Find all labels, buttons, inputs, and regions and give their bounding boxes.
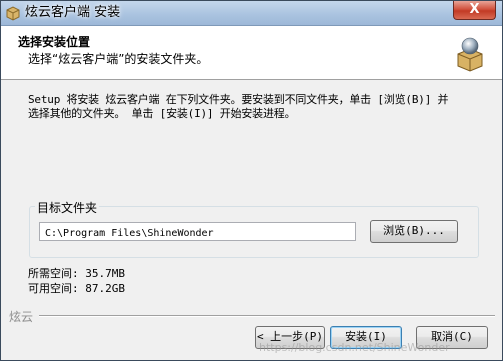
app-box-icon <box>5 5 21 21</box>
install-description: Setup 将安装 炫云客户端 在下列文件夹。要安装到不同文件夹，单击 [浏览(… <box>28 93 488 121</box>
page-subtitle: 选择“炫云客户端”的安装文件夹。 <box>28 52 209 66</box>
window-title: 炫云客户端 安装 <box>25 5 121 20</box>
brand-label: 炫云 <box>9 310 34 324</box>
browse-button[interactable]: 浏览(B)... <box>370 220 458 243</box>
close-window-button[interactable]: X <box>453 1 496 20</box>
footer-divider <box>39 315 495 317</box>
page-title: 选择安装位置 <box>18 35 91 49</box>
available-space: 可用空间: 87.2GB <box>28 282 125 295</box>
title-bar[interactable]: 炫云客户端 安装 X <box>1 1 502 26</box>
description-line-2: 选择其他的文件夹。 单击 [安装(I)] 开始安装进程。 <box>28 107 296 120</box>
required-space: 所需空间: 35.7MB <box>28 267 125 280</box>
close-icon: X <box>469 2 480 17</box>
installer-window: 炫云客户端 安装 X 选择安装位置 选择“炫云客户端”的安装文件夹。 Setup… <box>0 0 503 361</box>
page-header: 选择安装位置 选择“炫云客户端”的安装文件夹。 <box>1 26 502 80</box>
destination-path-input[interactable] <box>39 222 356 241</box>
installer-box-icon <box>454 36 486 72</box>
watermark: https://blog.csdn.net/ShineWonder <box>259 341 450 354</box>
destination-folder-label: 目标文件夹 <box>35 199 100 216</box>
description-line-1: Setup 将安装 炫云客户端 在下列文件夹。要安装到不同文件夹，单击 [浏览(… <box>28 93 449 106</box>
